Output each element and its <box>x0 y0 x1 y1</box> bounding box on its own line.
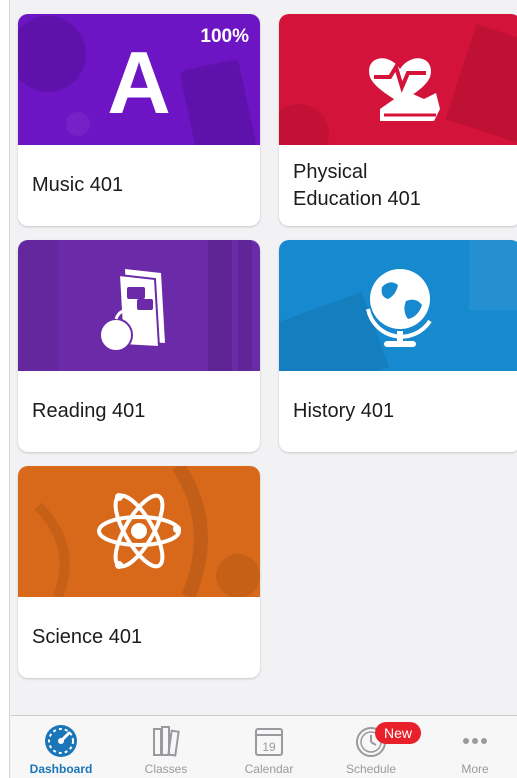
books-icon <box>153 726 180 757</box>
tab-calendar[interactable]: 19 Calendar <box>219 716 319 778</box>
tab-label: Calendar <box>244 762 294 776</box>
tab-label: Classes <box>144 762 188 776</box>
course-banner: A 100% <box>18 14 260 145</box>
tab-label: More <box>461 762 489 776</box>
course-banner <box>18 466 260 597</box>
course-card-history[interactable]: History 401 <box>279 240 517 452</box>
svg-text:19: 19 <box>262 740 276 754</box>
letter-a-icon: A <box>107 33 171 129</box>
course-banner <box>279 240 517 371</box>
calendar-icon: 19 <box>255 728 283 756</box>
tab-more[interactable]: More <box>425 716 517 778</box>
new-badge: New <box>375 722 421 744</box>
tab-label: Schedule <box>345 762 397 776</box>
globe-icon <box>366 269 432 347</box>
progress-label: 100% <box>200 26 249 47</box>
course-banner <box>18 240 260 371</box>
heart-shoe-icon <box>369 58 440 121</box>
course-title: Music 401 <box>32 174 124 196</box>
more-dots-icon <box>463 738 487 744</box>
tab-classes[interactable]: Classes <box>116 716 216 778</box>
course-card-reading[interactable]: Reading 401 <box>18 240 260 452</box>
tab-dashboard[interactable]: Dashboard <box>11 716 111 778</box>
book-apple-icon <box>99 269 165 352</box>
course-card-music[interactable]: A 100% Music 401 <box>18 14 260 226</box>
course-title: History 401 <box>293 400 395 422</box>
speedometer-icon <box>45 725 77 757</box>
tab-label: Dashboard <box>29 762 93 776</box>
course-title: Science 401 <box>32 626 143 648</box>
bottom-tab-bar: Dashboard Classes 19 Calendar Schedule M… <box>11 715 517 778</box>
svg-text:A: A <box>107 33 171 129</box>
course-title: Reading 401 <box>32 400 146 422</box>
course-banner <box>279 14 517 145</box>
atom-icon <box>97 493 181 569</box>
left-edge-divider <box>0 0 10 778</box>
course-card-physical-education[interactable]: Physical Education 401 <box>279 14 517 226</box>
course-title: Physical Education 401 <box>293 160 421 210</box>
course-card-science[interactable]: Science 401 <box>18 466 260 678</box>
